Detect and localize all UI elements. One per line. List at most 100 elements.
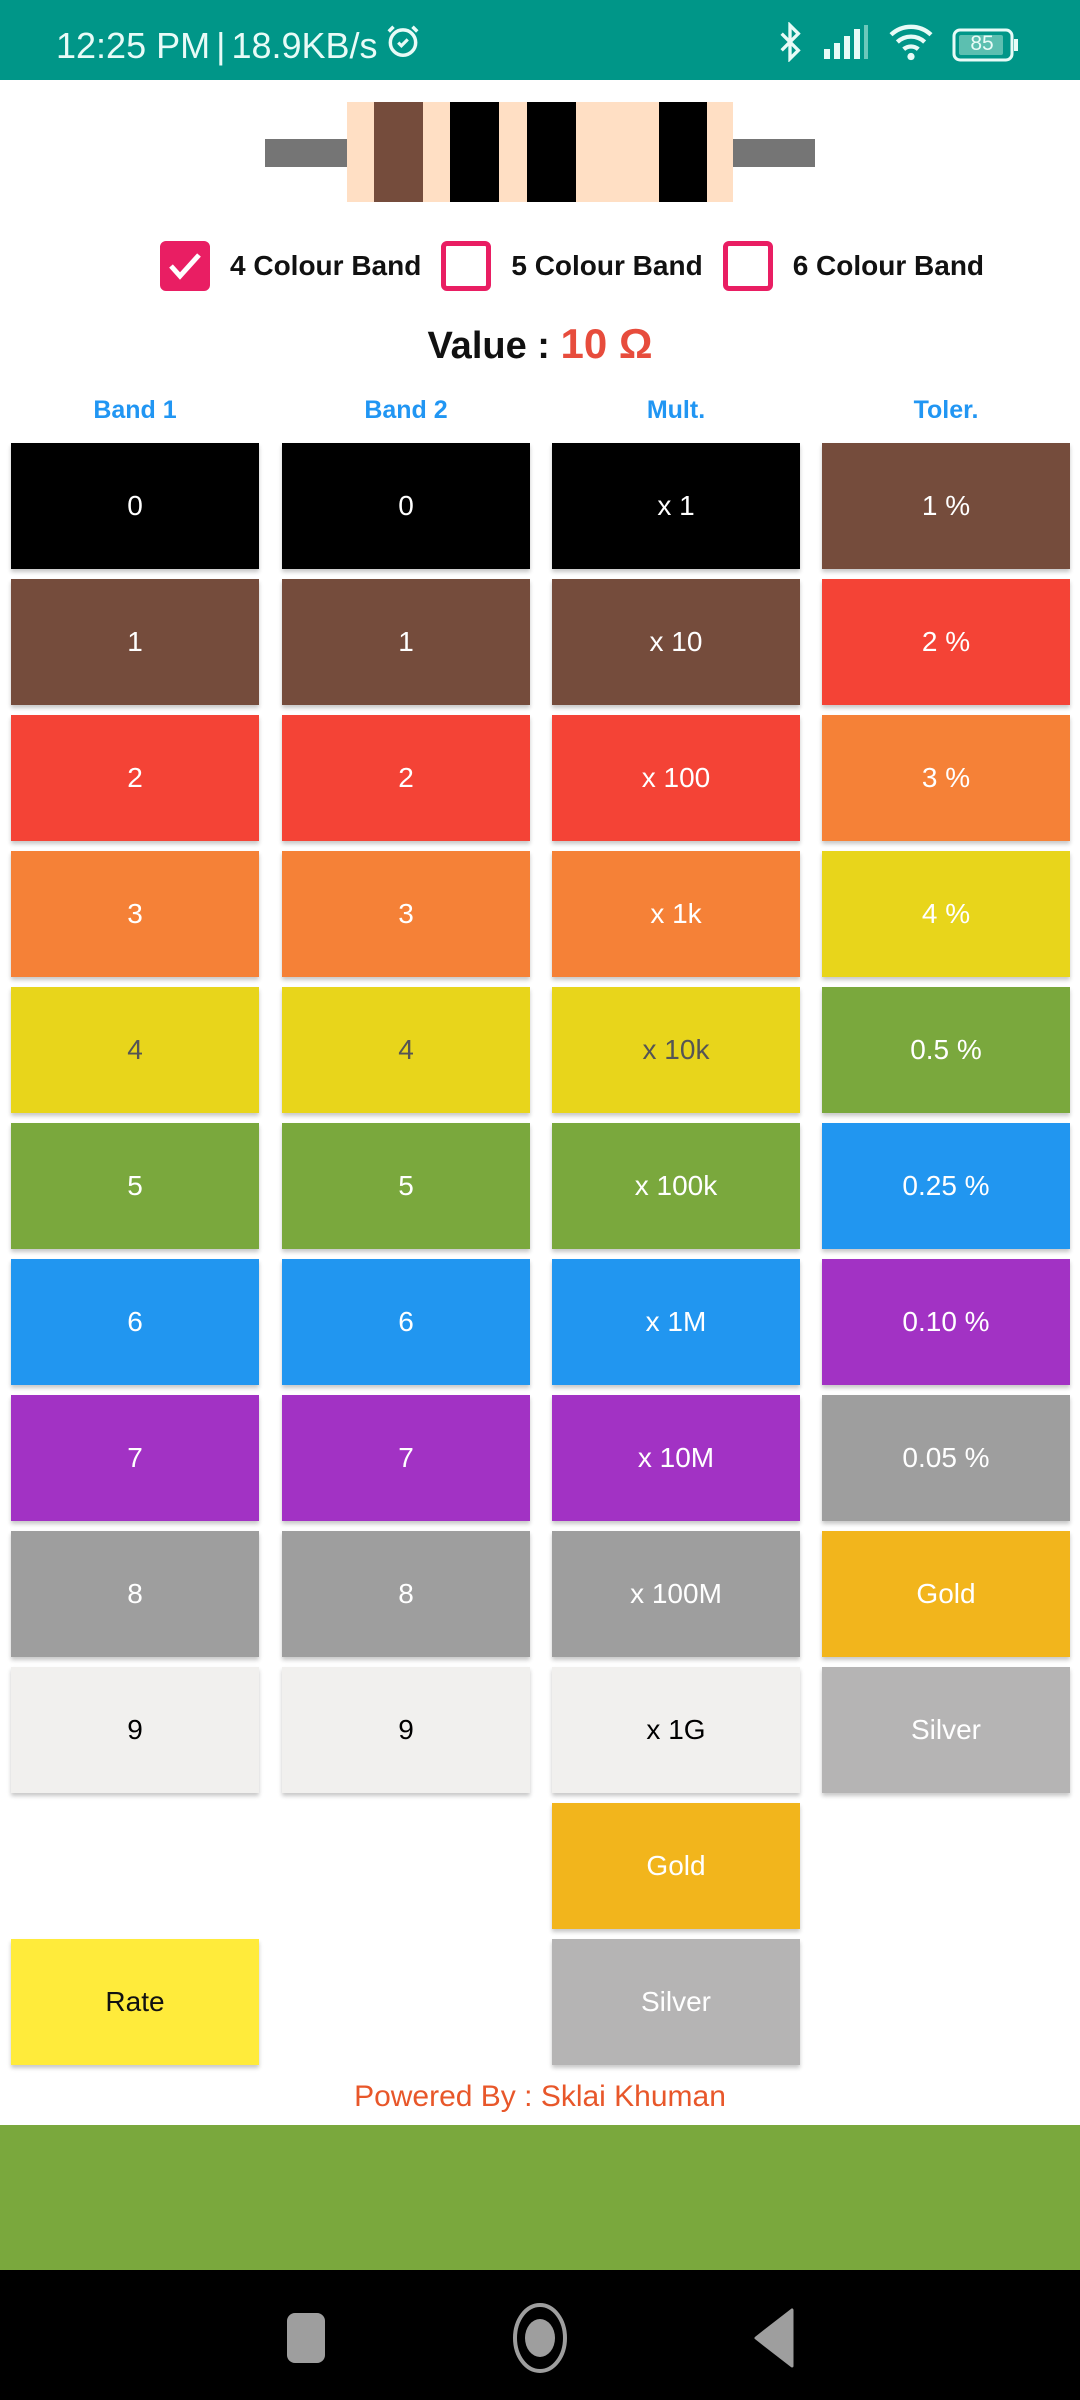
- tolerance-option[interactable]: 1 %: [822, 443, 1070, 569]
- resistor-lead-right: [733, 139, 815, 167]
- status-net-speed: 18.9KB/s: [231, 24, 378, 66]
- option-6-band-label: 6 Colour Band: [792, 250, 985, 281]
- band-2-option-label: 6: [398, 1306, 414, 1337]
- check-icon: [169, 253, 201, 280]
- tolerance-option[interactable]: 0.05 %: [822, 1395, 1070, 1521]
- value-label: Value :: [427, 325, 550, 367]
- band-2-option[interactable]: 5: [282, 1123, 530, 1249]
- band-2-option-label: 9: [398, 1714, 414, 1745]
- multiplier-option[interactable]: x 100M: [552, 1531, 800, 1657]
- band-2-option-label: 2: [398, 762, 414, 793]
- band-1-option-label: 3: [127, 898, 143, 929]
- multiplier-option[interactable]: x 10: [552, 579, 800, 705]
- tolerance-option[interactable]: 0.5 %: [822, 987, 1070, 1113]
- multiplier-option[interactable]: x 1G: [552, 1667, 800, 1793]
- multiplier-option-label: x 100: [641, 762, 711, 793]
- header-band-1: Band 1: [93, 396, 177, 424]
- band-1-option[interactable]: 2: [11, 715, 259, 841]
- band-1-option[interactable]: 6: [11, 1259, 259, 1385]
- tolerance-option-label: 4 %: [921, 898, 971, 929]
- band-2-option-label: 1: [398, 626, 414, 657]
- multiplier-option-label: x 1k: [650, 898, 702, 929]
- band-1-option-label: 1: [127, 626, 143, 657]
- band-1-option[interactable]: 3: [11, 851, 259, 977]
- header-tolerance: Toler.: [913, 396, 979, 424]
- multiplier-option-label: x 100M: [630, 1578, 722, 1609]
- multiplier-option-label: x 10M: [637, 1442, 715, 1473]
- multiplier-option[interactable]: Silver: [552, 1939, 800, 2065]
- multiplier-option[interactable]: x 10M: [552, 1395, 800, 1521]
- back-icon: [754, 2308, 794, 2373]
- band-2-option[interactable]: 0: [282, 443, 530, 569]
- band-2-option[interactable]: 8: [282, 1531, 530, 1657]
- band-1-option[interactable]: 8: [11, 1531, 259, 1657]
- band-1-option-label: 2: [127, 762, 143, 793]
- band-1-option[interactable]: 1: [11, 579, 259, 705]
- multiplier-option[interactable]: x 1M: [552, 1259, 800, 1385]
- ad-banner[interactable]: [0, 2125, 1080, 2270]
- back-button[interactable]: [734, 2300, 814, 2380]
- tolerance-option[interactable]: 2 %: [822, 579, 1070, 705]
- header-multiplier: Mult.: [646, 396, 706, 424]
- tolerance-option[interactable]: Silver: [822, 1667, 1070, 1793]
- band-2-option[interactable]: 4: [282, 987, 530, 1113]
- band-1-option[interactable]: 5: [11, 1123, 259, 1249]
- rate-button[interactable]: Rate: [11, 1939, 259, 2065]
- bluetooth-icon: [776, 21, 804, 67]
- multiplier-option[interactable]: x 10k: [552, 987, 800, 1113]
- tolerance-option[interactable]: 3 %: [822, 715, 1070, 841]
- band-2-option-label: 4: [398, 1034, 414, 1065]
- band-1-option[interactable]: 0: [11, 443, 259, 569]
- alarm-icon: [384, 22, 422, 69]
- multiplier-option[interactable]: Gold: [552, 1803, 800, 1929]
- option-5-band-label: 5 Colour Band: [511, 250, 703, 281]
- tolerance-option[interactable]: 0.10 %: [822, 1259, 1070, 1385]
- tolerance-option-label: 0.25 %: [902, 1170, 990, 1201]
- multiplier-option-label: x 10k: [642, 1034, 710, 1065]
- tolerance-option-label: 0.10 %: [902, 1306, 990, 1337]
- tolerance-option[interactable]: 0.25 %: [822, 1123, 1070, 1249]
- option-5-band[interactable]: 5 Colour Band: [441, 241, 703, 291]
- band-2-option[interactable]: 3: [282, 851, 530, 977]
- band-2-option[interactable]: 9: [282, 1667, 530, 1793]
- band-count-options: 4 Colour Band 5 Colour Band 6 Colour Ban…: [160, 238, 1004, 294]
- band-1-option[interactable]: 4: [11, 987, 259, 1113]
- tolerance-option-label: 2 %: [921, 626, 971, 657]
- option-6-band[interactable]: 6 Colour Band: [722, 241, 985, 291]
- checkbox-5-band[interactable]: [441, 241, 492, 291]
- multiplier-option[interactable]: x 1k: [552, 851, 800, 977]
- tolerance-option[interactable]: Gold: [822, 1531, 1070, 1657]
- band-2-option[interactable]: 7: [282, 1395, 530, 1521]
- tolerance-option-label: 0.05 %: [902, 1442, 990, 1473]
- tolerance-option-label: 1 %: [921, 490, 971, 521]
- status-separator: |: [216, 24, 226, 66]
- band-1-option-label: 8: [127, 1578, 143, 1609]
- tolerance-option-label: Silver: [910, 1714, 981, 1745]
- home-button[interactable]: [500, 2300, 580, 2380]
- band-2-option[interactable]: 1: [282, 579, 530, 705]
- band-2-option-label: 5: [398, 1170, 414, 1201]
- resistor-band-multiplier: [527, 102, 576, 202]
- tolerance-option-label: 3 %: [921, 762, 971, 793]
- signal-icon: [822, 25, 870, 64]
- resistor-band-1: [374, 102, 423, 202]
- band-1-option[interactable]: 7: [11, 1395, 259, 1521]
- checkbox-6-band[interactable]: [722, 241, 773, 291]
- band-1-option[interactable]: 9: [11, 1667, 259, 1793]
- band-2-option-label: 7: [398, 1442, 414, 1473]
- option-4-band[interactable]: 4 Colour Band: [160, 241, 421, 291]
- checkbox-4-band[interactable]: [160, 241, 210, 291]
- multiplier-option-label: Silver: [640, 1986, 711, 2017]
- band-2-option[interactable]: 2: [282, 715, 530, 841]
- recents-button[interactable]: [266, 2300, 346, 2380]
- multiplier-option[interactable]: x 1: [552, 443, 800, 569]
- multiplier-option[interactable]: x 100k: [552, 1123, 800, 1249]
- status-time: 12:25 PM: [56, 24, 211, 66]
- tolerance-option-label: Gold: [916, 1578, 976, 1609]
- band-2-option[interactable]: 6: [282, 1259, 530, 1385]
- recents-icon: [286, 2312, 326, 2369]
- multiplier-option[interactable]: x 100: [552, 715, 800, 841]
- header-band-2: Band 2: [364, 396, 448, 424]
- tolerance-option[interactable]: 4 %: [822, 851, 1070, 977]
- band-1-option-label: 4: [127, 1034, 143, 1065]
